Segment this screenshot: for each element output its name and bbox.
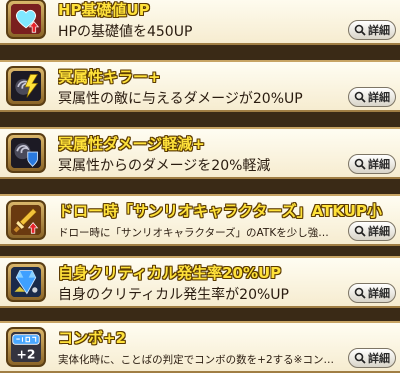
- combo-badge-text: +2: [17, 347, 36, 361]
- skill-title: 自身クリティカル発生率20%UP: [58, 264, 282, 282]
- heart-arrow-icon: [6, 0, 46, 39]
- sword-arrow-icon: [6, 200, 46, 240]
- detail-label: 詳細: [368, 158, 390, 171]
- detail-button[interactable]: 詳細: [348, 20, 396, 40]
- skill-desc: 冥属性からのダメージを20%軽減: [58, 158, 271, 174]
- skill-row-dark-killer: 冥属性キラー+ 冥属性の敵に与えるダメージが20%UP 詳細: [0, 60, 400, 112]
- skill-row-hp: HP基礎値UP HPの基礎値を450UP 詳細: [0, 0, 400, 45]
- skill-list: HP基礎値UP HPの基礎値を450UP 詳細 冥属性キラー+ 冥属性の敵に与え…: [0, 0, 400, 373]
- detail-button[interactable]: 詳細: [348, 87, 396, 107]
- detail-button[interactable]: 詳細: [348, 221, 396, 241]
- magnifier-icon: [354, 287, 366, 299]
- detail-button[interactable]: 詳細: [348, 348, 396, 368]
- magnifier-icon: [354, 158, 366, 170]
- skill-desc: HPの基礎値を450UP: [58, 24, 193, 40]
- magnifier-icon: [354, 24, 366, 36]
- combo-icon: +2: [6, 327, 46, 367]
- skill-row-critical: 自身クリティカル発生率20%UP 自身のクリティカル発生率が20%UP 詳細: [0, 256, 400, 308]
- skill-desc: ドロー時に「サンリオキャラクターズ」のATKを少し強…: [58, 227, 329, 239]
- skill-row-draw-atk: ドロー時「サンリオキャラクターズ」ATKUP小 ドロー時に「サンリオキャラクター…: [0, 194, 400, 246]
- magnifier-icon: [354, 225, 366, 237]
- skill-desc: 自身のクリティカル発生率が20%UP: [58, 287, 289, 303]
- skill-row-combo: +2 コンボ+2 実体化時に、ことばの判定でコンボの数を+2する※コン… 詳細: [0, 321, 400, 373]
- skill-row-dark-resist: 冥属性ダメージ軽減+ 冥属性からのダメージを20%軽減 詳細: [0, 127, 400, 179]
- detail-label: 詳細: [368, 225, 390, 238]
- skill-desc: 実体化時に、ことばの判定でコンボの数を+2する※コン…: [58, 354, 334, 366]
- dark-killer-icon: [6, 66, 46, 106]
- skill-title: HP基礎値UP: [58, 1, 150, 19]
- detail-label: 詳細: [368, 91, 390, 104]
- detail-button[interactable]: 詳細: [348, 283, 396, 303]
- detail-label: 詳細: [368, 287, 390, 300]
- detail-label: 詳細: [368, 352, 390, 365]
- critical-icon: [6, 262, 46, 302]
- dark-shield-icon: [6, 133, 46, 173]
- skill-title: ドロー時「サンリオキャラクターズ」ATKUP小: [58, 202, 382, 220]
- magnifier-icon: [354, 352, 366, 364]
- magnifier-icon: [354, 91, 366, 103]
- skill-title: コンボ+2: [58, 329, 127, 347]
- skill-desc: 冥属性の敵に与えるダメージが20%UP: [58, 91, 303, 107]
- skill-title: 冥属性キラー+: [58, 68, 161, 86]
- skill-title: 冥属性ダメージ軽減+: [58, 135, 205, 153]
- detail-button[interactable]: 詳細: [348, 154, 396, 174]
- detail-label: 詳細: [368, 24, 390, 37]
